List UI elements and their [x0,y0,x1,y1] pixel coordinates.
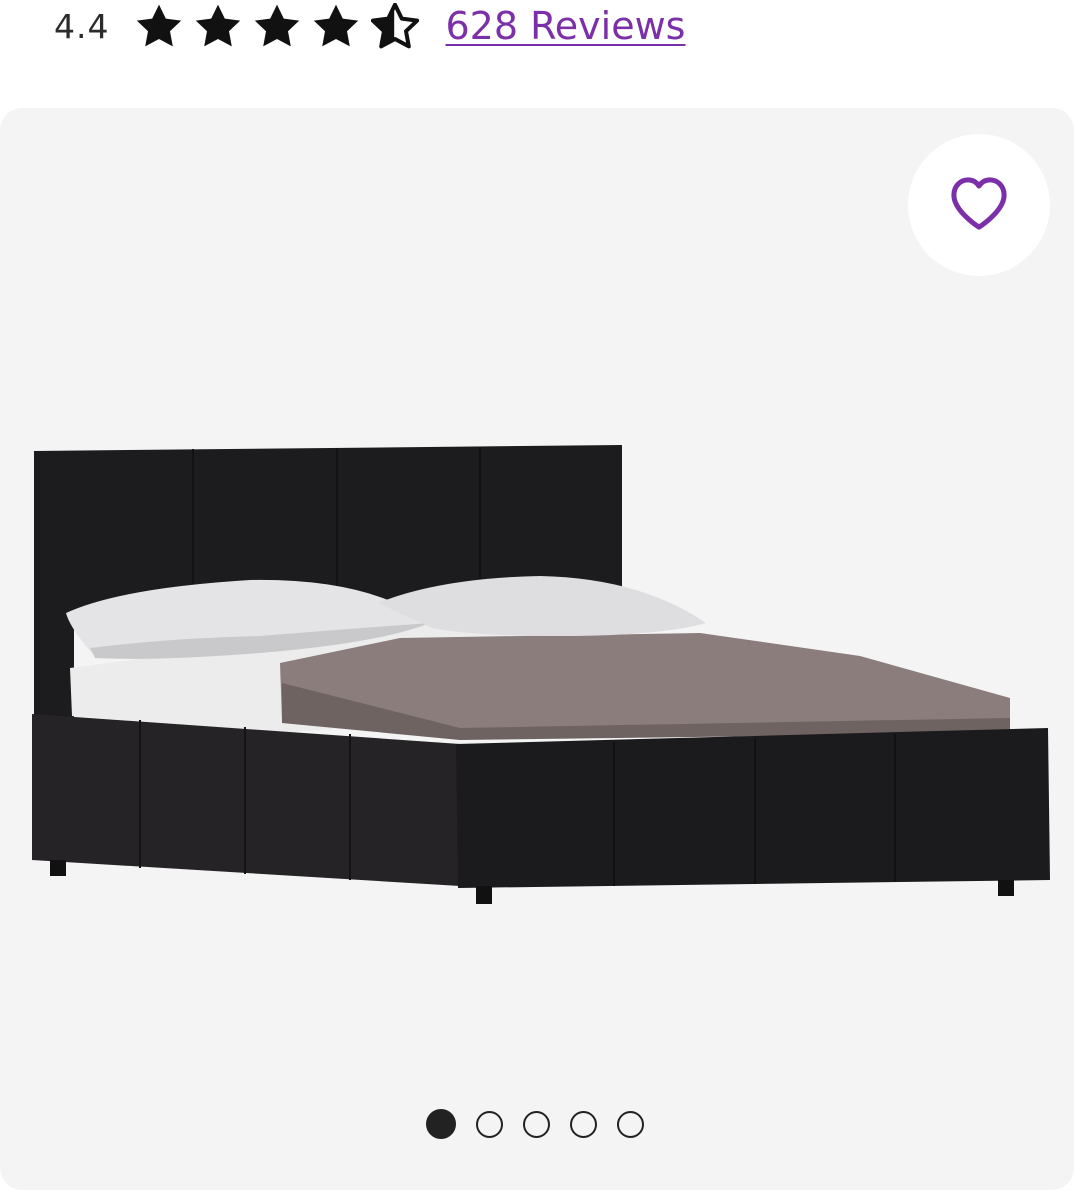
star-full-icon [135,3,183,49]
heart-outline-icon [948,175,1010,235]
star-full-icon [312,3,360,49]
star-full-icon [194,3,242,49]
gallery-dot[interactable] [426,1109,456,1139]
star-rating [135,3,420,49]
gallery-dot[interactable] [570,1110,597,1138]
gallery-dot[interactable] [523,1110,550,1138]
reviews-link[interactable]: 628 Reviews [445,4,685,48]
rating-value: 4.4 [54,6,110,46]
bed-product-image [32,445,1050,904]
gallery-pagination [0,1109,1072,1139]
rating-summary: 4.4 628 Reviews [54,0,685,52]
gallery-dot[interactable] [617,1110,644,1138]
favorite-button[interactable] [908,134,1050,276]
star-full-icon [253,3,301,49]
star-partial-icon [371,3,420,49]
gallery-dot[interactable] [476,1110,503,1138]
product-image-gallery[interactable] [0,108,1074,1190]
